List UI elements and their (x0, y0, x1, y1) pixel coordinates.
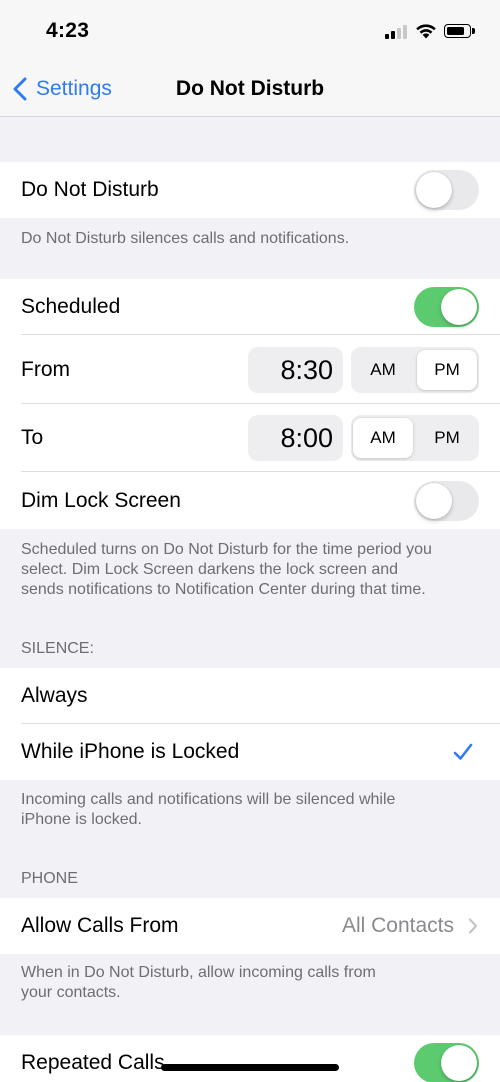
phone-footer: When in Do Not Disturb, allow incoming c… (21, 963, 479, 1003)
battery-icon (444, 24, 475, 38)
to-am-segment[interactable]: AM (353, 418, 413, 458)
from-ampm-control: AM PM (351, 346, 479, 393)
dim-lock-screen-label: Dim Lock Screen (21, 488, 181, 512)
schedule-footer: Scheduled turns on Do Not Disturb for th… (21, 540, 479, 600)
silence-option-always[interactable]: Always (0, 668, 500, 724)
silence-footer: Incoming calls and notifications will be… (21, 790, 479, 830)
status-time: 4:23 (46, 19, 90, 42)
to-time-picker[interactable]: 8:00 (248, 415, 343, 461)
toggle-knob (416, 482, 452, 519)
repeated-calls-row: Repeated Calls (0, 1035, 500, 1082)
allow-calls-from-value: All Contacts (341, 914, 454, 937)
repeated-calls-group: Repeated Calls (0, 1035, 500, 1082)
status-bar: 4:23 (0, 0, 500, 60)
scheduled-row: Scheduled (0, 279, 500, 335)
to-ampm-control: AM PM (351, 415, 479, 461)
option-label: While iPhone is Locked (21, 740, 240, 763)
phone-group: Allow Calls From All Contacts (0, 898, 500, 954)
phone-footer-line: When in Do Not Disturb, allow incoming c… (21, 964, 376, 981)
from-row: From 8:30 AM PM (0, 335, 500, 404)
toggle-knob (416, 172, 452, 208)
repeated-calls-label: Repeated Calls (21, 1051, 165, 1074)
from-time-picker[interactable]: 8:30 (248, 346, 343, 393)
from-pm-segment[interactable]: PM (417, 349, 477, 390)
allow-calls-from-row[interactable]: Allow Calls From All Contacts (0, 898, 500, 954)
scheduled-label: Scheduled (21, 295, 121, 318)
dim-lock-screen-row: Dim Lock Screen (0, 472, 500, 529)
page-title: Do Not Disturb (175, 77, 325, 100)
chevron-right-icon (468, 918, 478, 934)
cellular-signal-icon (385, 25, 409, 39)
silence-footer-line: Incoming calls and notifications will be… (21, 791, 396, 808)
dnd-label: Do Not Disturb (21, 178, 159, 201)
allow-calls-from-label: Allow Calls From (21, 914, 179, 937)
silence-option-while-locked[interactable]: While iPhone is Locked (0, 724, 500, 780)
wifi-icon (416, 24, 436, 39)
dim-lock-screen-toggle[interactable] (414, 480, 479, 521)
from-am-segment[interactable]: AM (353, 350, 413, 390)
dnd-footer: Do Not Disturb silences calls and notifi… (21, 230, 350, 247)
toggle-knob (441, 1045, 477, 1081)
dnd-row: Do Not Disturb (0, 162, 500, 218)
repeated-calls-toggle[interactable] (414, 1043, 479, 1082)
checkmark-icon (453, 743, 473, 760)
silence-header: SILENCE: (21, 640, 94, 657)
schedule-footer-line: select. Dim Lock Screen darkens the lock… (21, 561, 399, 578)
silence-group: Always While iPhone is Locked (0, 668, 500, 780)
to-pm-segment[interactable]: PM (417, 418, 477, 458)
from-label: From (21, 357, 70, 381)
option-label: Always (21, 684, 88, 707)
to-label: To (21, 426, 44, 449)
scheduled-toggle[interactable] (414, 287, 479, 327)
silence-footer-line: iPhone is locked. (21, 811, 142, 828)
dnd-toggle[interactable] (414, 170, 479, 210)
schedule-group: Scheduled From 8:30 AM PM To 8:00 AM PM … (0, 279, 500, 529)
toggle-knob (441, 289, 477, 325)
phone-header: PHONE (21, 870, 78, 887)
dnd-group: Do Not Disturb (0, 162, 500, 218)
navigation-bar: Settings Do Not Disturb (0, 60, 500, 117)
home-indicator[interactable] (161, 1064, 339, 1071)
schedule-footer-line: Scheduled turns on Do Not Disturb for th… (21, 541, 432, 558)
to-row: To 8:00 AM PM (0, 404, 500, 472)
schedule-footer-line: sends notifications to Notification Cent… (21, 581, 426, 598)
phone-footer-line: your contacts. (21, 984, 121, 1001)
